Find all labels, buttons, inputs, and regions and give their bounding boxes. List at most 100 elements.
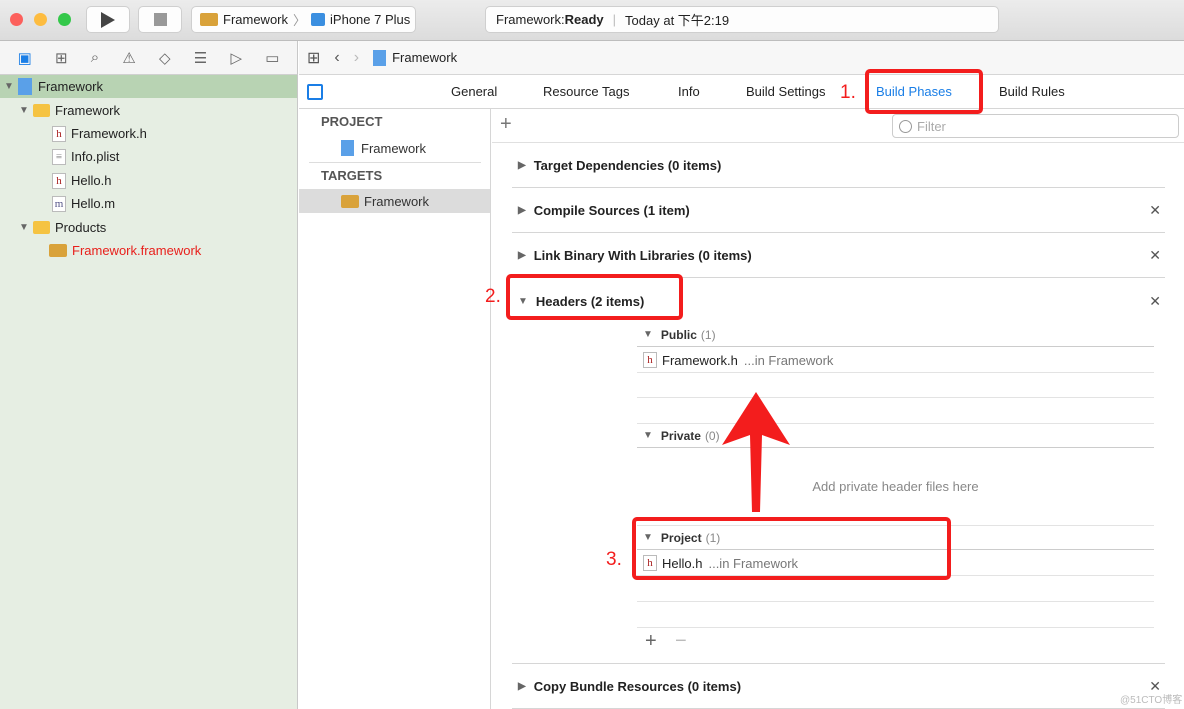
window-toolbar: Framework 〉 iPhone 7 Plus Framework: Rea…: [0, 0, 1184, 41]
close-icon[interactable]: ✕: [1149, 247, 1161, 264]
filter-placeholder: Filter: [917, 118, 946, 134]
item-label: Framework.framework: [72, 243, 202, 258]
phase-title: Target Dependencies (0 items): [533, 157, 722, 173]
navigator-item-file[interactable]: h Framework.h: [0, 122, 297, 145]
navigator-item-file[interactable]: h Hello.h: [0, 169, 297, 192]
header-file-row[interactable]: h Framework.h ...in Framework: [637, 348, 1154, 373]
phase-target-dependencies[interactable]: ▶ Target Dependencies (0 items): [512, 143, 1165, 188]
targets-list: PROJECT Framework TARGETS Framework: [299, 109, 491, 709]
annotation-label-3: 3.: [606, 549, 622, 570]
annotation-label-1: 1.: [840, 82, 856, 103]
tab-resource-tags[interactable]: Resource Tags: [543, 84, 629, 99]
target-item[interactable]: Framework: [299, 189, 490, 213]
headers-private-group[interactable]: ▼ Private (0): [637, 424, 1154, 448]
add-phase-button[interactable]: +: [500, 113, 512, 136]
navigator-item-product[interactable]: Framework.framework: [0, 239, 297, 262]
navigator-item-folder[interactable]: ▼ Products: [0, 216, 297, 239]
debug-icon[interactable]: ☰: [194, 49, 207, 67]
scheme-selector[interactable]: Framework 〉 iPhone 7 Plus: [191, 6, 416, 33]
related-items-icon[interactable]: ⊞: [307, 48, 320, 68]
arrow-up-icon: [722, 392, 790, 512]
project-icon: [373, 49, 387, 66]
close-icon[interactable]: ✕: [1149, 293, 1161, 310]
stop-button[interactable]: [138, 6, 182, 33]
breakpoint-icon[interactable]: ▷: [230, 49, 242, 67]
phase-title: Link Binary With Libraries (0 items): [533, 247, 752, 263]
item-label: Framework: [38, 79, 104, 94]
annotation-box-build-phases: [865, 69, 983, 114]
tab-info[interactable]: Info: [678, 84, 700, 99]
disclosure-icon[interactable]: ▶: [518, 681, 526, 692]
project-icon: [341, 140, 354, 156]
navigator-item-file[interactable]: ≡ Info.plist: [0, 145, 297, 168]
folder-icon: [33, 104, 50, 117]
tab-build-rules[interactable]: Build Rules: [999, 84, 1065, 99]
item-label: Framework: [55, 103, 121, 118]
tab-build-settings[interactable]: Build Settings: [746, 84, 826, 99]
folder-icon: [33, 221, 50, 234]
report-icon[interactable]: ▭: [265, 49, 279, 67]
editor-tabs: General Resource Tags Info Build Setting…: [299, 75, 1184, 109]
sidebar-toggle-icon[interactable]: [307, 84, 323, 100]
group-count: (0): [704, 428, 720, 443]
hierarchy-icon[interactable]: ⊞: [55, 49, 68, 67]
phase-compile-sources[interactable]: ▶ Compile Sources (1 item) ✕: [512, 188, 1165, 233]
breadcrumb[interactable]: Framework: [373, 49, 458, 66]
chevron-right-icon: 〉: [293, 13, 307, 28]
run-button[interactable]: [86, 6, 130, 33]
header-file-icon: h: [52, 172, 66, 189]
navigator-item-project[interactable]: ▼ Framework: [0, 75, 297, 98]
project-icon: [18, 78, 32, 95]
filter-input[interactable]: Filter: [892, 114, 1179, 138]
briefcase-icon: [49, 244, 67, 257]
private-drop-area[interactable]: Add private header files here: [637, 448, 1154, 526]
zoom-window-button[interactable]: [58, 13, 71, 26]
remove-header-button[interactable]: −: [675, 630, 687, 653]
test-icon[interactable]: ◇: [159, 49, 171, 67]
status-project: Framework:: [496, 12, 565, 27]
folder-icon[interactable]: ▣: [18, 49, 32, 67]
plist-file-icon: ≡: [52, 148, 66, 165]
warning-icon[interactable]: ⚠: [122, 49, 135, 67]
phase-link-binary[interactable]: ▶ Link Binary With Libraries (0 items) ✕: [512, 233, 1165, 278]
phase-title: Copy Bundle Resources (0 items): [533, 678, 742, 694]
breadcrumb-item: Framework: [392, 50, 458, 65]
status-time: Today at 下午2:19: [625, 13, 730, 28]
project-item[interactable]: Framework: [299, 136, 490, 160]
add-header-button[interactable]: +: [645, 630, 657, 653]
back-icon[interactable]: ‹: [334, 49, 339, 67]
headers-public-group[interactable]: ▼ Public (1): [637, 323, 1154, 347]
group-label: Public: [660, 327, 697, 342]
device-name[interactable]: iPhone 7 Plus: [330, 12, 410, 27]
scheme-name: Framework: [223, 12, 289, 27]
minimize-window-button[interactable]: [34, 13, 47, 26]
annotation-box-project: [632, 517, 951, 580]
item-label: Framework.h: [71, 126, 147, 141]
item-label: Products: [55, 220, 107, 235]
tab-general[interactable]: General: [451, 84, 497, 99]
briefcase-icon: [341, 194, 359, 208]
search-icon[interactable]: ⌕: [91, 49, 99, 66]
stop-icon: [153, 13, 167, 26]
close-icon[interactable]: ✕: [1149, 202, 1161, 219]
disclosure-icon[interactable]: ▶: [518, 160, 526, 171]
header-file-icon: h: [52, 125, 66, 142]
navigator-item-file[interactable]: m Hello.m: [0, 192, 297, 215]
group-label: Private: [660, 428, 701, 443]
disclosure-icon[interactable]: ▶: [518, 250, 526, 261]
phase-title: Compile Sources (1 item): [533, 202, 690, 218]
navigator-item-folder[interactable]: ▼ Framework: [0, 99, 297, 122]
watermark: @51CTO博客: [1120, 695, 1183, 706]
phase-copy-bundle-resources[interactable]: ▶ Copy Bundle Resources (0 items) ✕: [512, 664, 1165, 709]
play-icon: [101, 11, 115, 28]
jump-bar: ⊞ ‹ › Framework: [299, 41, 1184, 75]
group-count: (1): [700, 327, 716, 342]
project-navigator: ▼ Framework ▼ Framework h Framework.h ≡ Info…: [0, 75, 298, 709]
device-icon: [311, 13, 326, 26]
file-location: ...in Framework: [743, 352, 834, 368]
briefcase-icon: [200, 13, 218, 26]
close-window-button[interactable]: [10, 13, 23, 26]
forward-icon[interactable]: ›: [354, 49, 359, 67]
targets-section-header: TARGETS: [321, 168, 383, 183]
disclosure-icon[interactable]: ▶: [518, 205, 526, 216]
